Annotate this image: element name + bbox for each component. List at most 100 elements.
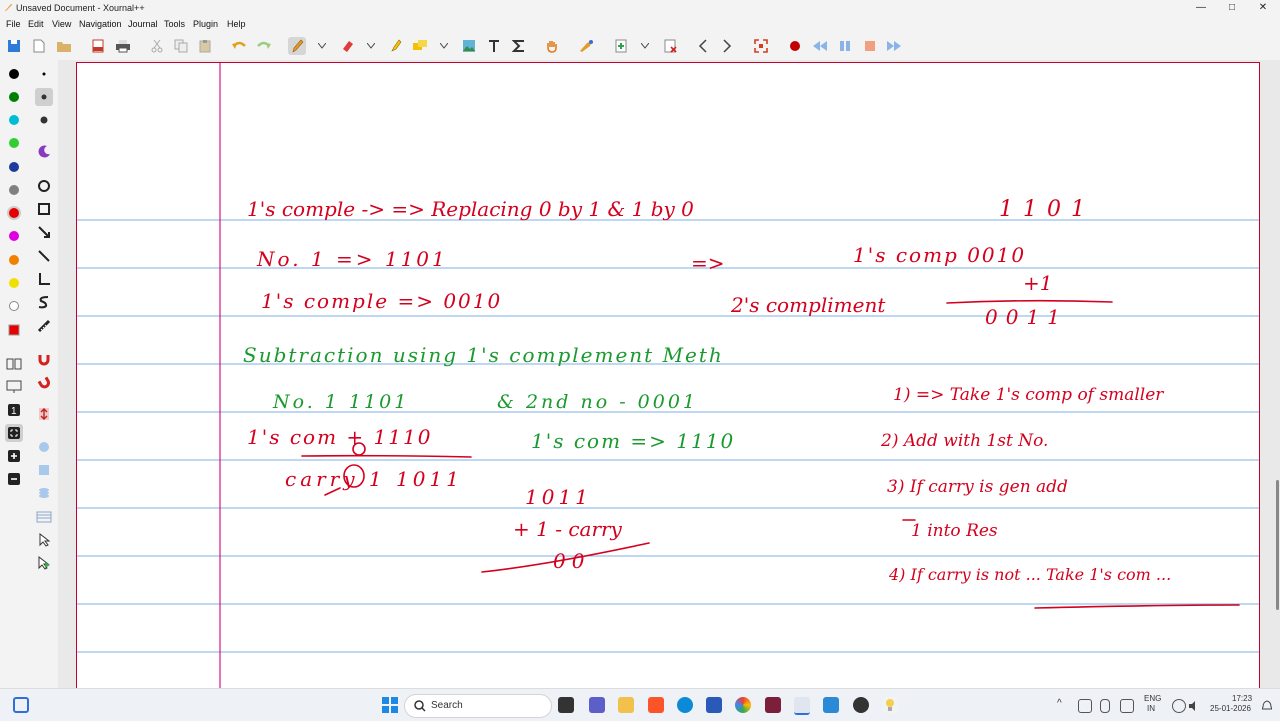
color-swatch-red-selected[interactable]	[9, 208, 19, 218]
spline-icon[interactable]	[577, 37, 595, 55]
tray-chevron-icon[interactable]: ^	[1057, 698, 1062, 709]
export-pdf-icon[interactable]	[89, 37, 107, 55]
app-icon[interactable]	[765, 697, 781, 713]
select-options-chevron-icon[interactable]	[435, 37, 453, 55]
microphone-icon[interactable]	[1100, 699, 1110, 713]
select-region-icon[interactable]	[411, 37, 429, 55]
menu-plugin[interactable]: Plugin	[193, 19, 218, 29]
color-swatch-green[interactable]	[9, 92, 19, 102]
close-button[interactable]: ✕	[1248, 0, 1278, 16]
save-icon[interactable]	[5, 37, 23, 55]
start-windows-icon[interactable]	[382, 697, 398, 713]
menu-file[interactable]: File	[6, 19, 21, 29]
magnet-snap-icon[interactable]	[35, 350, 53, 368]
fast-forward-icon[interactable]	[885, 37, 903, 55]
file-explorer-icon[interactable]	[618, 697, 634, 713]
color-swatch-black[interactable]	[9, 69, 19, 79]
color-swatch-lime[interactable]	[9, 138, 19, 148]
layer-table-icon[interactable]	[35, 508, 53, 526]
menu-tools[interactable]: Tools	[164, 19, 185, 29]
layer-square-icon[interactable]	[35, 461, 53, 479]
lightbulb-icon[interactable]	[882, 697, 898, 713]
thickness-very-fine-icon[interactable]	[35, 65, 53, 83]
color-swatch-orange[interactable]	[9, 255, 19, 265]
task-view-icon[interactable]	[558, 697, 574, 713]
presentation-mode-icon[interactable]	[5, 378, 23, 396]
teams-chat-icon[interactable]	[589, 697, 605, 713]
new-icon[interactable]	[30, 37, 48, 55]
image-icon[interactable]	[460, 37, 478, 55]
magnet-grid-icon[interactable]	[35, 373, 53, 391]
next-page-icon[interactable]	[718, 37, 736, 55]
draw-rectangle-icon[interactable]	[35, 200, 53, 218]
draw-spline-icon[interactable]	[35, 293, 53, 311]
thickness-medium-icon[interactable]	[35, 111, 53, 129]
record-icon[interactable]	[786, 37, 804, 55]
menu-view[interactable]: View	[52, 19, 71, 29]
undo-icon[interactable]	[230, 37, 248, 55]
color-swatch-yellow[interactable]	[9, 278, 19, 288]
color-swatch-navy[interactable]	[9, 162, 19, 172]
chrome-icon[interactable]	[735, 697, 751, 713]
fullscreen-icon[interactable]	[752, 37, 770, 55]
redo-icon[interactable]	[255, 37, 273, 55]
layer-bubble-icon[interactable]	[35, 438, 53, 456]
eraser-icon[interactable]	[338, 37, 356, 55]
two-page-view-icon[interactable]	[5, 355, 23, 373]
pen-tray-icon[interactable]	[1120, 699, 1134, 713]
zoom-out-icon[interactable]	[5, 470, 23, 488]
draw-ellipse-icon[interactable]	[35, 177, 53, 195]
add-page-icon[interactable]	[612, 37, 630, 55]
tray-app-icon[interactable]	[1078, 699, 1092, 713]
xournal-taskbar-icon[interactable]	[794, 697, 810, 715]
fill-icon[interactable]	[35, 143, 53, 161]
edge-browser-icon[interactable]	[677, 697, 693, 713]
notifications-icon[interactable]	[1261, 699, 1273, 711]
menu-journal[interactable]: Journal	[128, 19, 158, 29]
menu-navigation[interactable]: Navigation	[79, 19, 122, 29]
color-swatch-cyan[interactable]	[9, 115, 19, 125]
clock-date[interactable]: 25-01-2026	[1210, 704, 1251, 713]
zoom-in-icon[interactable]	[5, 447, 23, 465]
color-swatch-magenta[interactable]	[9, 231, 19, 241]
pause-icon[interactable]	[836, 37, 854, 55]
obs-icon[interactable]	[853, 697, 869, 713]
thickness-fine-icon[interactable]	[35, 88, 53, 106]
draw-line-icon[interactable]	[35, 247, 53, 265]
custom-color-icon[interactable]	[5, 321, 23, 339]
layer-stack-icon[interactable]	[35, 484, 53, 502]
vertical-scrollbar[interactable]	[1274, 60, 1280, 688]
scrollbar-thumb[interactable]	[1276, 480, 1279, 610]
menu-edit[interactable]: Edit	[28, 19, 44, 29]
color-swatch-gray[interactable]	[9, 185, 19, 195]
ruler-icon[interactable]	[35, 317, 53, 335]
previous-page-icon[interactable]	[694, 37, 712, 55]
eraser-options-chevron-icon[interactable]	[362, 37, 380, 55]
cut-icon[interactable]	[148, 37, 166, 55]
store-icon[interactable]	[706, 697, 722, 713]
volume-icon[interactable]	[1188, 699, 1200, 711]
document-page[interactable]: 1's comple -> => Replacing 0 by 1 & 1 by…	[76, 62, 1260, 688]
latex-icon[interactable]	[510, 37, 528, 55]
widgets-icon[interactable]	[13, 697, 29, 713]
paste-icon[interactable]	[196, 37, 214, 55]
color-swatch-white[interactable]	[9, 301, 19, 311]
rewind-icon[interactable]	[811, 37, 829, 55]
draw-arrow-icon[interactable]	[35, 223, 53, 241]
settings-icon[interactable]	[823, 697, 839, 713]
pen-options-chevron-icon[interactable]	[313, 37, 331, 55]
delete-page-icon[interactable]	[661, 37, 679, 55]
zoom-fit-icon[interactable]	[5, 424, 23, 442]
brave-browser-icon[interactable]	[648, 697, 664, 713]
text-icon[interactable]	[485, 37, 503, 55]
copy-icon[interactable]	[172, 37, 190, 55]
layer-one-icon[interactable]: 1	[5, 401, 23, 419]
vertical-space-icon[interactable]	[35, 405, 53, 423]
highlighter-icon[interactable]	[386, 37, 404, 55]
add-page-chevron-icon[interactable]	[636, 37, 654, 55]
taskbar-search-box[interactable]: Search	[404, 694, 552, 718]
network-globe-icon[interactable]	[1172, 699, 1186, 713]
minimize-button[interactable]: —	[1186, 0, 1216, 16]
hand-icon[interactable]	[543, 37, 561, 55]
print-icon[interactable]	[114, 37, 132, 55]
